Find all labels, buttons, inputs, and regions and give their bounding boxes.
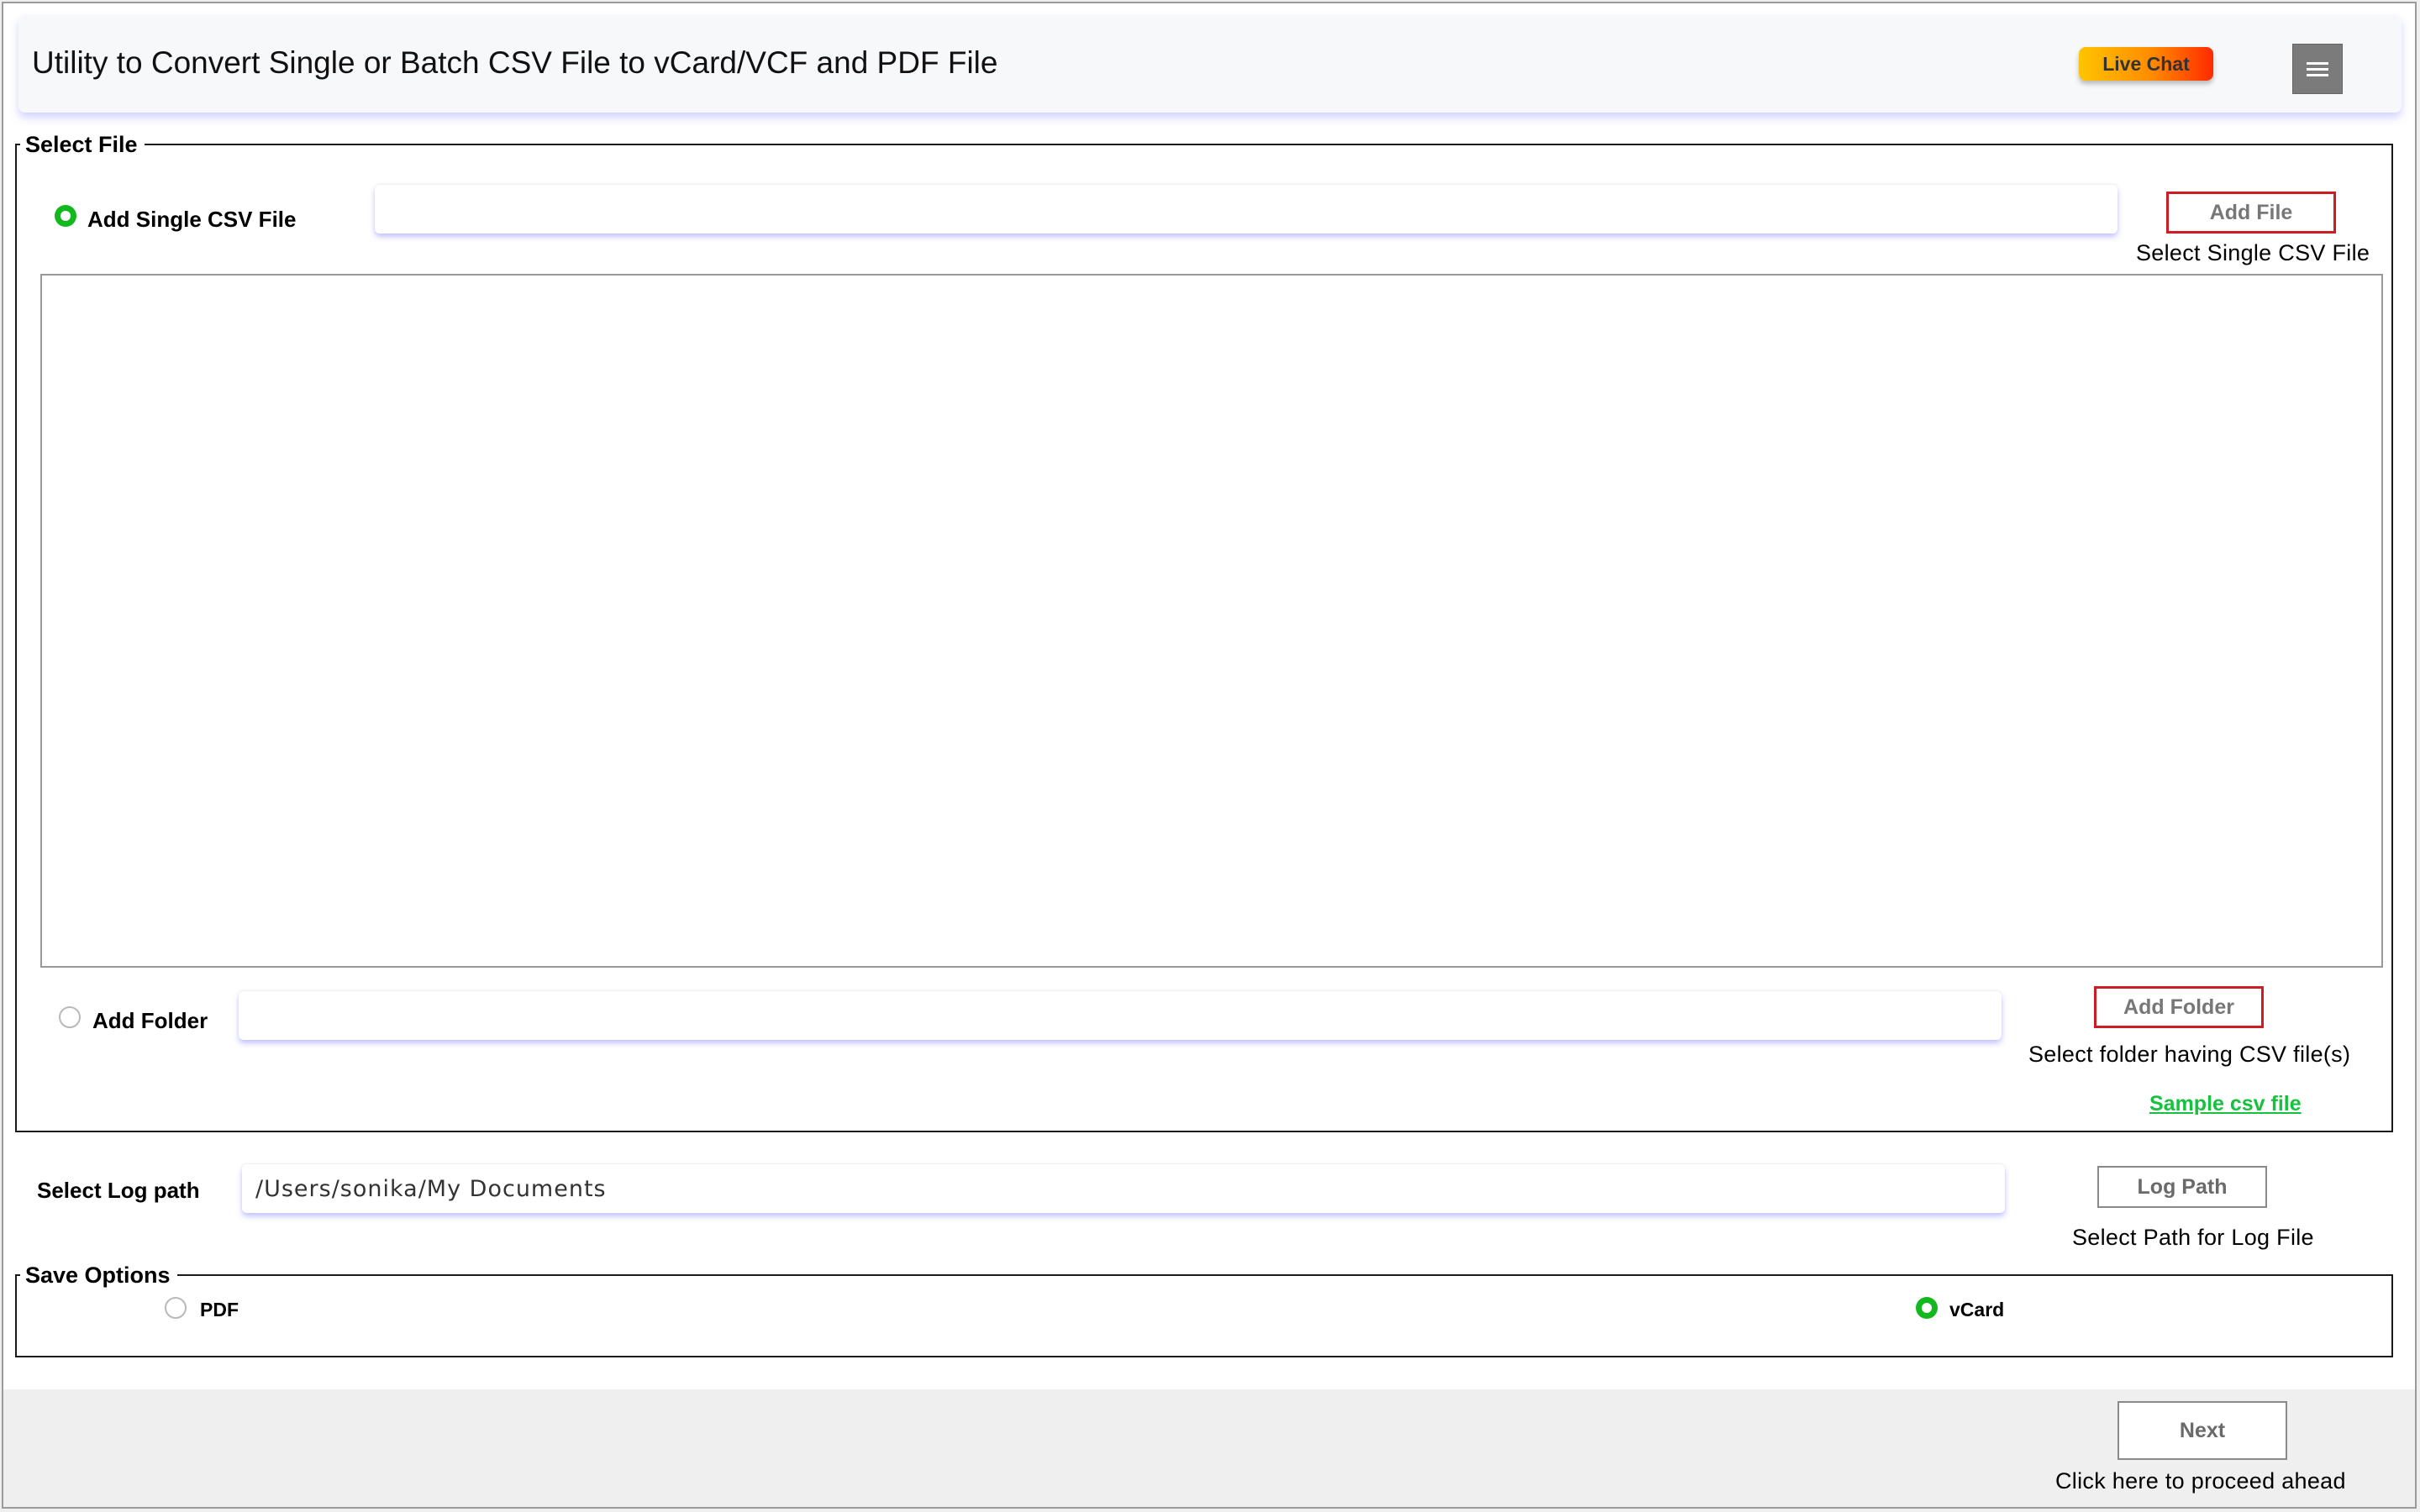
pdf-option-radio[interactable] (165, 1297, 187, 1319)
single-csv-path-input[interactable] (375, 185, 2118, 234)
log-path-button[interactable]: Log Path (2097, 1166, 2267, 1208)
add-file-hint: Select Single CSV File (2136, 240, 2370, 265)
add-single-csv-label[interactable]: Add Single CSV File (87, 207, 296, 233)
save-options-group: Save Options PDF vCard (15, 1263, 2393, 1357)
add-folder-label[interactable]: Add Folder (92, 1008, 208, 1034)
add-single-csv-radio[interactable] (55, 205, 76, 227)
pdf-option-label[interactable]: PDF (200, 1299, 239, 1321)
add-folder-radio[interactable] (59, 1006, 81, 1028)
next-hint: Click here to proceed ahead (2055, 1468, 2346, 1494)
log-path-label: Select Log path (37, 1178, 200, 1203)
hamburger-menu-icon (2307, 61, 2328, 76)
log-path-input[interactable] (242, 1164, 2005, 1213)
vcard-option-label[interactable]: vCard (1949, 1299, 2004, 1321)
live-chat-button[interactable]: Live Chat (2079, 47, 2213, 81)
save-options-legend: Save Options (25, 1263, 171, 1288)
app-title: Utility to Convert Single or Batch CSV F… (32, 45, 998, 80)
select-file-group: Select File Add Single CSV File Add File… (15, 133, 2393, 1132)
folder-path-input[interactable] (239, 991, 2002, 1040)
main-area: Utility to Convert Single or Batch CSV F… (3, 3, 2415, 1389)
vcard-option-radio[interactable] (1916, 1297, 1938, 1319)
add-folder-hint: Select folder having CSV file(s) (2028, 1042, 2351, 1067)
footer-area: Next Click here to proceed ahead (3, 1389, 2415, 1507)
add-file-button[interactable]: Add File (2166, 192, 2336, 234)
add-folder-button[interactable]: Add Folder (2094, 986, 2264, 1028)
app-window: Utility to Convert Single or Batch CSV F… (2, 2, 2417, 1509)
next-button[interactable]: Next (2118, 1401, 2287, 1460)
select-file-legend: Select File (25, 132, 138, 157)
log-path-hint: Select Path for Log File (2072, 1225, 2314, 1250)
menu-button[interactable] (2292, 44, 2343, 94)
sample-csv-link[interactable]: Sample csv file (2149, 1092, 2302, 1116)
file-list-area[interactable] (40, 274, 2383, 968)
header-bar: Utility to Convert Single or Batch CSV F… (18, 15, 2402, 113)
